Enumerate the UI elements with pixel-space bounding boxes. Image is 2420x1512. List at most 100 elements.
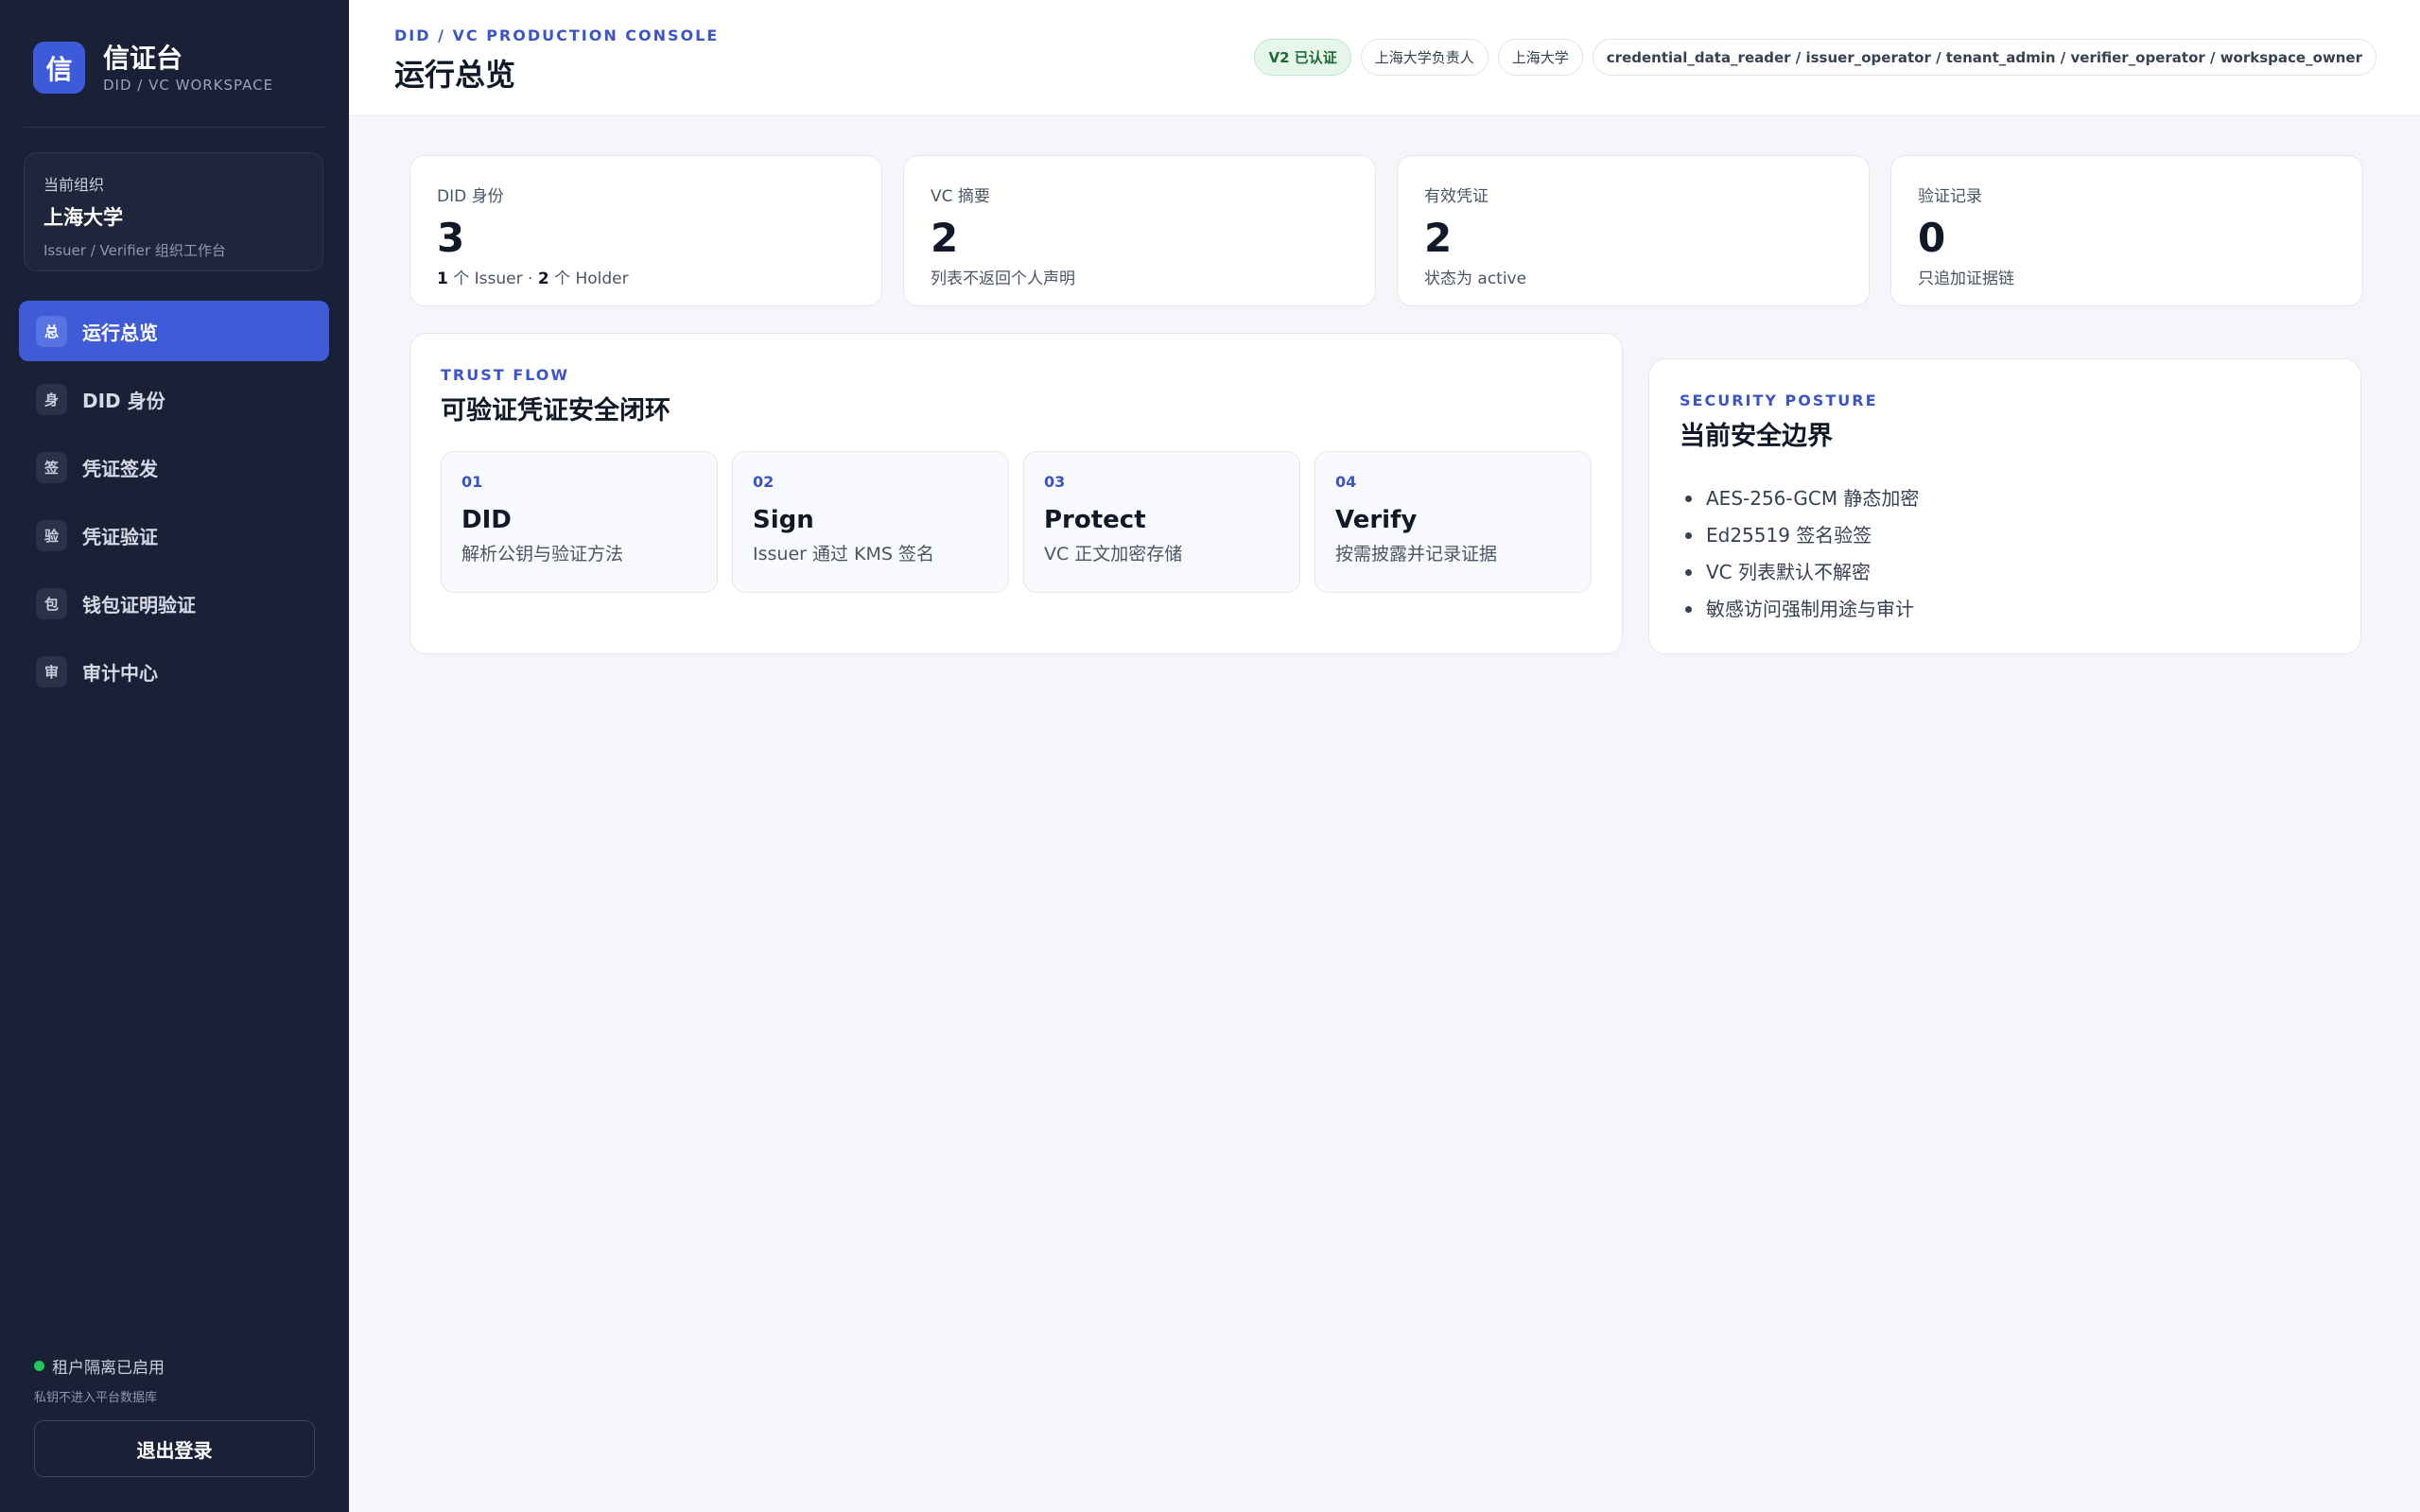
step-number: 04: [1335, 473, 1357, 491]
org-desc: Issuer / Verifier 组织工作台: [44, 242, 226, 259]
status-dot-icon: [34, 1361, 44, 1371]
logout-button[interactable]: 退出登录: [34, 1420, 315, 1477]
sidebar-nav: 总 运行总览 身 DID 身份 签 凭证签发 验 凭证验证 包 钱包证明验证 审…: [19, 301, 329, 709]
flow-step-sign: 02 Sign Issuer 通过 KMS 签名: [732, 451, 1009, 593]
step-number: 01: [461, 473, 483, 491]
page-title: 运行总览: [394, 57, 516, 93]
user-role-badge: 上海大学负责人: [1360, 39, 1489, 76]
verified-badge: V2 已认证: [1254, 39, 1351, 76]
stat-value: 2: [931, 215, 959, 261]
bullet-icon: [1685, 569, 1692, 576]
flow-step-did: 01 DID 解析公钥与验证方法: [441, 451, 718, 593]
posture-item-text: Ed25519 签名验签: [1706, 524, 1872, 547]
holder-text: 个 Holder: [548, 269, 629, 288]
verify-icon: 验: [36, 519, 67, 551]
stat-label: DID 身份: [437, 187, 504, 206]
sidebar-item-did[interactable]: 身 DID 身份: [19, 369, 329, 429]
stat-card-active: 有效凭证 2 状态为 active: [1397, 155, 1870, 306]
stat-value: 3: [437, 215, 465, 261]
step-desc: Issuer 通过 KMS 签名: [753, 544, 934, 565]
app-root: 信 信证台 DID / VC WORKSPACE 当前组织 上海大学 Issue…: [0, 0, 2420, 1512]
sidebar-item-overview[interactable]: 总 运行总览: [19, 301, 329, 361]
sidebar-item-verify[interactable]: 验 凭证验证: [19, 505, 329, 565]
sidebar-divider: [24, 127, 325, 128]
stat-label: VC 摘要: [931, 187, 990, 206]
stat-note: 列表不返回个人声明: [931, 269, 1075, 288]
header-tags: V2 已认证 上海大学负责人 上海大学 credential_data_read…: [1254, 39, 2376, 76]
posture-item-text: VC 列表默认不解密: [1706, 561, 1872, 583]
sidebar-item-wallet[interactable]: 包 钱包证明验证: [19, 573, 329, 634]
trust-flow-panel: TRUST FLOW 可验证凭证安全闭环 01 DID 解析公钥与验证方法 02…: [409, 333, 1623, 654]
step-title: DID: [461, 506, 512, 534]
sidebar-item-label: 钱包证明验证: [82, 593, 196, 617]
bullet-icon: [1685, 606, 1692, 613]
list-item: Ed25519 签名验签: [1680, 517, 2330, 554]
audit-icon: 审: [36, 655, 67, 687]
stat-card-did: DID 身份 3 1 个 Issuer · 2 个 Holder: [409, 155, 882, 306]
tenant-isolation-status: 租户隔离已启用 私钥不进入平台数据库: [34, 1354, 165, 1405]
roles-badge: credential_data_reader / issuer_operator…: [1592, 39, 2376, 76]
identity-icon: 身: [36, 383, 67, 415]
sidebar-item-label: 凭证验证: [82, 525, 158, 548]
brand-logo-icon: 信: [33, 42, 85, 94]
brand: 信 信证台 DID / VC WORKSPACE: [33, 42, 273, 94]
step-desc: 解析公钥与验证方法: [461, 544, 624, 565]
issuer-text: 个 Issuer ·: [447, 269, 538, 288]
list-item: 敏感访问强制用途与审计: [1680, 591, 2330, 628]
posture-eyebrow: SECURITY POSTURE: [1680, 391, 1878, 409]
sidebar-item-label: 运行总览: [82, 321, 158, 344]
bullet-icon: [1685, 495, 1692, 502]
step-number: 03: [1044, 473, 1066, 491]
posture-title: 当前安全边界: [1680, 422, 1833, 451]
overview-icon: 总: [36, 315, 67, 347]
step-title: Verify: [1335, 506, 1418, 534]
sidebar-item-issue[interactable]: 签 凭证签发: [19, 437, 329, 497]
holder-count: 2: [537, 269, 549, 288]
stat-note: 状态为 active: [1424, 269, 1527, 288]
org-badge: 上海大学: [1497, 39, 1583, 76]
isolation-subtitle: 私钥不进入平台数据库: [34, 1391, 158, 1405]
stat-card-verifications: 验证记录 0 只追加证据链: [1890, 155, 2363, 306]
list-item: VC 列表默认不解密: [1680, 554, 2330, 591]
step-number: 02: [753, 473, 775, 491]
step-title: Sign: [753, 506, 814, 534]
org-name: 上海大学: [44, 206, 123, 229]
sidebar: 信 信证台 DID / VC WORKSPACE 当前组织 上海大学 Issue…: [0, 0, 349, 1512]
console-eyebrow: DID / VC PRODUCTION CONSOLE: [394, 26, 720, 44]
stat-note: 1 个 Issuer · 2 个 Holder: [437, 265, 855, 288]
step-title: Protect: [1044, 506, 1146, 534]
current-org-card: 当前组织 上海大学 Issuer / Verifier 组织工作台: [24, 152, 323, 271]
posture-item-text: 敏感访问强制用途与审计: [1706, 598, 1914, 620]
brand-text: 信证台 DID / VC WORKSPACE: [103, 43, 273, 94]
issuer-count: 1: [437, 269, 448, 288]
trust-flow-title: 可验证凭证安全闭环: [441, 396, 670, 426]
security-posture-panel: SECURITY POSTURE 当前安全边界 AES-256-GCM 静态加密…: [1648, 358, 2361, 654]
stat-value: 2: [1424, 215, 1453, 261]
step-desc: 按需披露并记录证据: [1335, 544, 1498, 565]
stats-row: DID 身份 3 1 个 Issuer · 2 个 Holder VC 摘要 2…: [409, 155, 2363, 306]
top-header: DID / VC PRODUCTION CONSOLE 运行总览 V2 已认证 …: [349, 0, 2420, 116]
brand-subtitle: DID / VC WORKSPACE: [103, 76, 274, 94]
sidebar-item-label: DID 身份: [82, 389, 165, 412]
brand-title: 信证台: [103, 42, 183, 74]
wallet-icon: 包: [36, 587, 67, 619]
bullet-icon: [1685, 532, 1692, 539]
stat-card-vc: VC 摘要 2 列表不返回个人声明: [903, 155, 1376, 306]
sign-icon: 签: [36, 451, 67, 483]
flow-step-protect: 03 Protect VC 正文加密存储: [1023, 451, 1300, 593]
trust-flow-eyebrow: TRUST FLOW: [441, 366, 570, 384]
org-label: 当前组织: [44, 176, 105, 194]
stat-note: 只追加证据链: [1918, 269, 2014, 288]
isolation-row: 租户隔离已启用: [34, 1354, 165, 1378]
main-content: DID / VC PRODUCTION CONSOLE 运行总览 V2 已认证 …: [349, 0, 2420, 1512]
list-item: AES-256-GCM 静态加密: [1680, 480, 2330, 517]
stat-label: 验证记录: [1918, 187, 1982, 206]
sidebar-item-label: 凭证签发: [82, 457, 158, 480]
posture-list: AES-256-GCM 静态加密 Ed25519 签名验签 VC 列表默认不解密…: [1680, 480, 2330, 628]
stat-value: 0: [1918, 215, 1946, 261]
sidebar-item-audit[interactable]: 审 审计中心: [19, 641, 329, 702]
isolation-title: 租户隔离已启用: [52, 1359, 165, 1378]
stat-label: 有效凭证: [1424, 187, 1489, 206]
sidebar-item-label: 审计中心: [82, 661, 158, 685]
flow-step-verify: 04 Verify 按需披露并记录证据: [1314, 451, 1592, 593]
